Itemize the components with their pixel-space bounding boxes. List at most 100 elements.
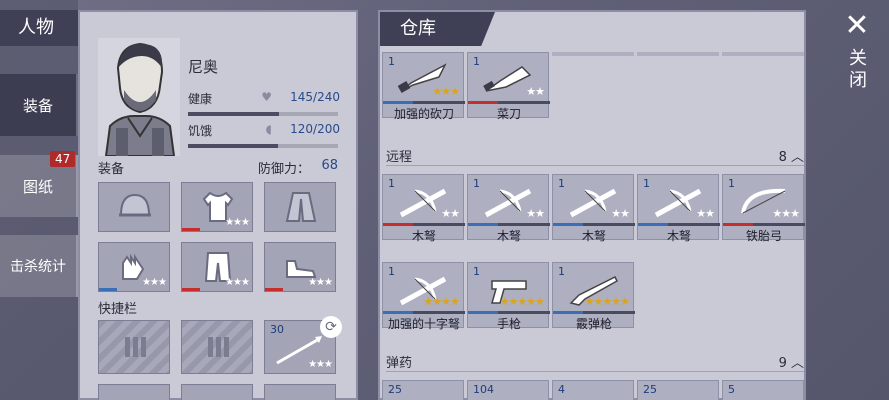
empty-slot: [722, 52, 804, 56]
nav-item-label: 图纸: [22, 177, 53, 196]
quickbar-slot[interactable]: [98, 384, 170, 400]
heart-icon: ♥: [261, 90, 272, 104]
body-slot[interactable]: ★★★: [181, 182, 253, 232]
quickbar-slot-locked[interactable]: [181, 320, 253, 374]
item-count: 104: [473, 383, 494, 396]
swap-icon[interactable]: ⟳: [320, 316, 342, 338]
warehouse-item[interactable]: 1 ★★ 木弩: [637, 174, 720, 243]
hunger-value: 120/200: [290, 122, 340, 136]
warehouse-item[interactable]: 5: [722, 380, 804, 400]
item-name: 霰弹枪: [575, 317, 612, 331]
empty-slot: [552, 52, 634, 56]
character-name: 尼奥: [188, 58, 219, 76]
outer-slot[interactable]: [264, 182, 336, 232]
quickbar-slot[interactable]: [181, 384, 253, 400]
chevron-up-icon: ︿: [790, 356, 804, 371]
durability-bar: [723, 223, 805, 226]
star-rating: ★★: [526, 85, 545, 98]
quickbar-slot-locked[interactable]: [98, 320, 170, 374]
quickbar-slot[interactable]: [264, 384, 336, 400]
nav-item-equipment[interactable]: 装备: [0, 74, 78, 136]
item-name: 加强的十字弩: [387, 317, 460, 331]
durability-bar: [383, 311, 465, 314]
item-count: 4: [558, 383, 565, 396]
star-rating: ★★★: [142, 277, 167, 288]
star-rating: ★★: [611, 207, 630, 220]
left-nav: 人物 装备 47 图纸 击杀统计: [0, 0, 110, 400]
item-count: 1: [643, 177, 650, 190]
warehouse-item[interactable]: 1 ★★ 木弩: [467, 174, 550, 243]
durability-bar: [553, 311, 635, 314]
warehouse-item[interactable]: 104: [467, 380, 549, 400]
warehouse-item[interactable]: 25: [637, 380, 719, 400]
nav-item-blueprints[interactable]: 47 图纸: [0, 151, 78, 217]
item-count: 1: [473, 177, 480, 190]
warehouse-item[interactable]: 1 ★★★★★ 霰弹枪: [552, 262, 635, 331]
star-rating: ★★★: [432, 85, 460, 98]
warehouse-item[interactable]: 1 ★★★ 铁胎弓: [722, 174, 805, 243]
close-icon[interactable]: ✕: [840, 8, 874, 44]
star-rating: ★★★: [308, 277, 333, 288]
item-name: 木弩: [411, 229, 436, 243]
item-count: 1: [558, 265, 565, 278]
hunger-bar: [188, 144, 338, 148]
hunger-label: 饥饿: [188, 124, 213, 138]
star-rating: ★★: [441, 207, 460, 220]
warehouse-item[interactable]: 1 ★★ 菜刀: [467, 52, 550, 121]
warehouse-panel: 仓库 1 ★★★ 加强的砍刀 1 ★★ 菜刀 远程 8 ︿ 1 ★★ 木弩 1 …: [378, 10, 806, 400]
item-count: 1: [388, 265, 395, 278]
ammo-category-header[interactable]: 弹药 9 ︿: [386, 352, 804, 372]
durability-bar: [383, 223, 465, 226]
hunger-bar-fill: [188, 144, 278, 148]
warehouse-item[interactable]: 4: [552, 380, 634, 400]
durability-bar: [468, 223, 550, 226]
durability-bar: [99, 288, 117, 291]
nav-item-label: 击杀统计: [10, 259, 66, 275]
durability-bar: [468, 311, 550, 314]
item-name: 木弩: [496, 229, 521, 243]
item-count: 1: [558, 177, 565, 190]
star-rating: ★★★: [225, 277, 250, 288]
durability-bar: [383, 101, 465, 104]
character-panel: 尼奥 健康 ♥ 145/240 饥饿 ◖ 120/200 装备 防御力： 68 …: [78, 10, 358, 400]
head-slot[interactable]: [98, 182, 170, 232]
ammo-icon: [208, 337, 229, 357]
warehouse-item[interactable]: 1 ★★ 木弩: [382, 174, 465, 243]
warehouse-item[interactable]: 25: [382, 380, 464, 400]
item-count: 1: [473, 265, 480, 278]
close-button-label[interactable]: 关闭: [846, 48, 870, 92]
star-rating: ★★★: [772, 207, 800, 220]
item-name: 木弩: [581, 229, 606, 243]
drumstick-icon: ◖: [265, 122, 272, 136]
star-rating: ★★★: [308, 359, 333, 370]
helmet-icon: [119, 193, 151, 217]
feet-slot[interactable]: ★★★: [264, 242, 336, 292]
chevron-up-icon: ︿: [790, 150, 804, 165]
defense-value: 68: [321, 158, 338, 173]
star-rating: ★★: [526, 207, 545, 220]
warehouse-item[interactable]: 1 ★★★★★ 手枪: [467, 262, 550, 331]
durability-bar: [182, 228, 200, 231]
quickbar-label: 快捷栏: [98, 302, 138, 317]
hands-slot[interactable]: ★★★: [98, 242, 170, 292]
ranged-category-header[interactable]: 远程 8 ︿: [386, 146, 804, 166]
health-label: 健康: [188, 92, 213, 106]
item-count: 25: [388, 383, 402, 396]
legs-slot[interactable]: ★★★: [181, 242, 253, 292]
category-count: 8 ︿: [779, 146, 804, 165]
star-rating: ★★★★★: [499, 295, 545, 308]
item-count: 1: [473, 55, 480, 68]
health-stat: 健康 ♥ 145/240: [188, 90, 340, 116]
item-name: 木弩: [666, 229, 691, 243]
jacket-icon: [285, 192, 317, 222]
category-count-value: 9: [778, 356, 787, 371]
nav-item-kill-stats[interactable]: 击杀统计: [0, 235, 78, 297]
health-bar-fill: [188, 112, 279, 116]
item-name: 铁胎弓: [745, 229, 782, 243]
warehouse-item[interactable]: 1 ★★★ 加强的砍刀: [382, 52, 465, 121]
defense-label: 防御力：: [257, 162, 310, 177]
warehouse-item[interactable]: 1 ★★★★ 加强的十字弩: [382, 262, 465, 331]
durability-bar: [265, 288, 283, 291]
item-name: 菜刀: [496, 107, 521, 121]
warehouse-item[interactable]: 1 ★★ 木弩: [552, 174, 635, 243]
